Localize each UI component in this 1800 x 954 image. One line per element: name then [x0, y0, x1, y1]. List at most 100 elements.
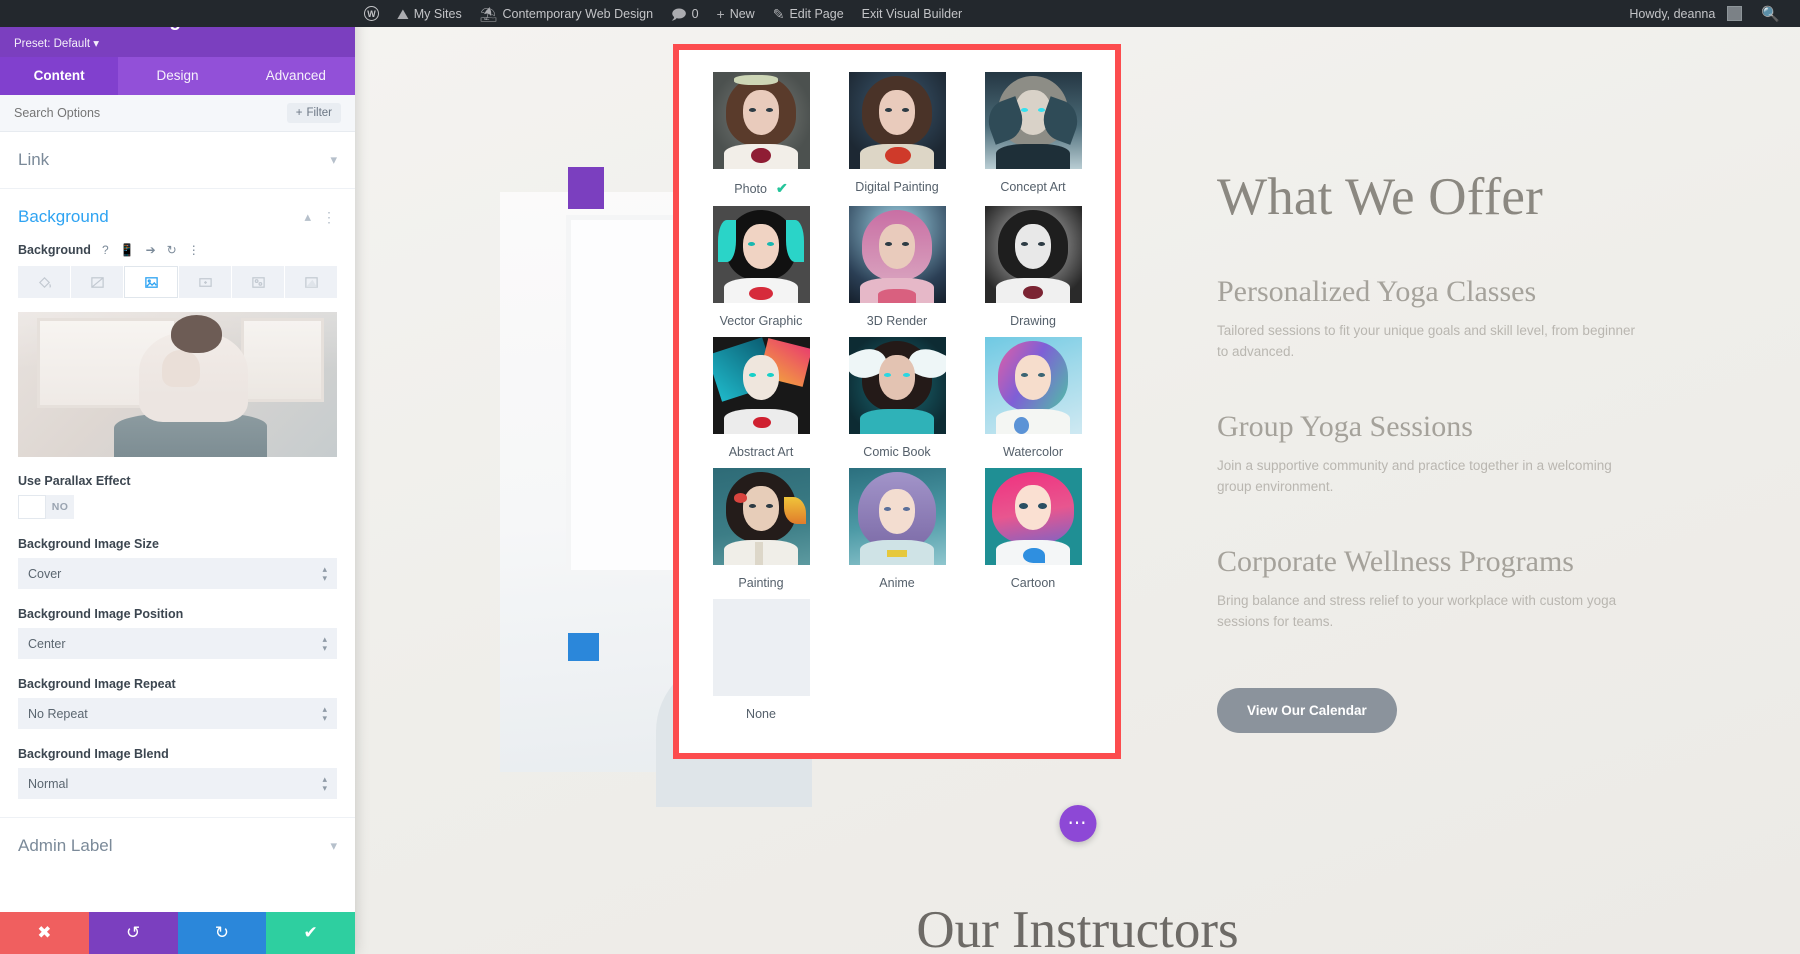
- style-option-drawing[interactable]: Drawing: [969, 206, 1097, 328]
- hover-icon[interactable]: ➔: [146, 244, 156, 256]
- background-image-position-select[interactable]: Center ▴ ▾: [18, 628, 337, 659]
- field-label: Background Image Position: [18, 607, 184, 621]
- cancel-button[interactable]: ✖: [0, 912, 89, 954]
- preset-label: Preset: Default: [14, 38, 91, 50]
- admin-bar-item-comments[interactable]: 🗩 0: [662, 0, 708, 27]
- style-label: Painting: [738, 576, 784, 590]
- style-option-anime[interactable]: Anime: [833, 468, 961, 590]
- style-thumbnail: [712, 337, 810, 434]
- select-value: Center: [28, 636, 66, 651]
- style-option-concept-art[interactable]: Concept Art: [969, 72, 1097, 197]
- style-caption: Painting: [738, 576, 783, 590]
- redo-button[interactable]: ↻: [177, 912, 267, 954]
- background-video-icon[interactable]: [179, 266, 231, 298]
- background-control-label: Background: [18, 243, 91, 257]
- style-label: Concept Art: [1000, 180, 1066, 194]
- wordpress-logo-button[interactable]: W: [355, 0, 388, 27]
- background-color-icon[interactable]: [18, 266, 70, 298]
- howdy-label: Howdy, deanna: [1629, 6, 1716, 21]
- panel-footer: ✖ ↺ ↻ ✔: [0, 912, 355, 954]
- search-icon[interactable]: 🔍: [1751, 5, 1790, 23]
- section-background[interactable]: Background ▴ ⋮: [0, 189, 355, 231]
- field-background-image-repeat: Background Image Repeat No Repeat ▴ ▾: [18, 677, 337, 729]
- style-option-painting[interactable]: Painting: [697, 468, 825, 590]
- background-pattern-icon[interactable]: [232, 266, 284, 298]
- account-menu[interactable]: Howdy, deanna: [1620, 0, 1751, 27]
- section-admin-label[interactable]: Admin Label ▾: [0, 817, 355, 874]
- admin-bar-label: My Sites: [413, 6, 462, 21]
- view-calendar-button[interactable]: View Our Calendar: [1217, 687, 1397, 733]
- admin-bar-right-group: Howdy, deanna 🔍: [1620, 0, 1800, 27]
- plus-icon: +: [716, 5, 725, 22]
- panel-preset[interactable]: Preset: Default ▾: [14, 36, 341, 50]
- kebab-icon[interactable]: ⋮: [322, 209, 337, 226]
- kebab-icon[interactable]: ⋮: [188, 244, 200, 256]
- search-options-bar: + Filter: [0, 95, 355, 132]
- style-caption: None: [746, 707, 776, 721]
- style-option-grid: Photo ✔ Digital Painting Concept Art Vec…: [679, 50, 1115, 731]
- redo-icon: ↻: [214, 923, 229, 942]
- admin-bar-item-my-sites[interactable]: ⛰ My Sites: [388, 0, 471, 27]
- style-option-digital-painting[interactable]: Digital Painting: [833, 72, 961, 197]
- mobile-icon[interactable]: 📱: [120, 244, 135, 256]
- image-style-picker-modal: Photo ✔ Digital Painting Concept Art Vec…: [673, 44, 1121, 759]
- save-button[interactable]: ✔: [266, 912, 355, 954]
- row-settings-handle-left[interactable]: [568, 167, 604, 209]
- service-item: Group Yoga Sessions Join a supportive co…: [1217, 410, 1657, 498]
- tab-content[interactable]: Content: [0, 57, 119, 95]
- service-title: Corporate Wellness Programs: [1217, 544, 1574, 578]
- filter-button[interactable]: + Filter: [286, 103, 341, 123]
- style-label: Comic Book: [863, 445, 931, 459]
- tab-design[interactable]: Design: [118, 57, 236, 95]
- style-label: Abstract Art: [728, 445, 794, 459]
- section-link[interactable]: Link ▾: [0, 132, 355, 189]
- field-use-parallax: Use Parallax Effect NO: [18, 474, 337, 519]
- admin-bar-item-edit-page[interactable]: ✎ Edit Page: [764, 0, 853, 27]
- style-option-photo[interactable]: Photo ✔: [697, 72, 825, 197]
- style-option-vector-graphic[interactable]: Vector Graphic: [697, 206, 825, 328]
- what-we-offer-section: What We Offer Personalized Yoga Classes …: [1217, 167, 1657, 733]
- field-background-image-blend: Background Image Blend Normal ▴ ▾: [18, 747, 337, 799]
- select-value: No Repeat: [28, 706, 88, 721]
- admin-bar-item-site-name[interactable]: ⛱ Contemporary Web Design: [471, 0, 662, 27]
- plus-icon: +: [295, 107, 303, 119]
- search-input[interactable]: [14, 106, 194, 120]
- style-option-abstract-art[interactable]: Abstract Art: [697, 337, 825, 459]
- field-background-image-position: Background Image Position Center ▴ ▾: [18, 607, 337, 659]
- style-option-watercolor[interactable]: Watercolor: [969, 337, 1097, 459]
- help-icon[interactable]: ?: [102, 244, 109, 256]
- admin-bar-left-group: W ⛰ My Sites ⛱ Contemporary Web Design 🗩…: [355, 0, 971, 27]
- style-option-none[interactable]: None: [697, 599, 825, 721]
- style-thumbnail: [848, 337, 946, 434]
- column-settings-panel: ↩ Column Settings Preset:: [0, 0, 355, 954]
- style-option-cartoon[interactable]: Cartoon: [969, 468, 1097, 590]
- reset-icon[interactable]: ↻: [167, 244, 177, 256]
- check-icon: ✔: [303, 923, 318, 942]
- tab-advanced[interactable]: Advanced: [237, 57, 355, 95]
- parallax-toggle[interactable]: NO: [18, 495, 74, 519]
- background-gradient-icon[interactable]: [71, 266, 123, 298]
- field-background-image-size: Background Image Size Cover ▴ ▾: [18, 537, 337, 589]
- style-option-3d-render[interactable]: 3D Render: [833, 206, 961, 328]
- background-image-size-select[interactable]: Cover ▴ ▾: [18, 558, 337, 589]
- background-type-tabs: [18, 266, 337, 298]
- service-title: Group Yoga Sessions: [1217, 409, 1473, 443]
- admin-bar-item-exit-visual-builder[interactable]: Exit Visual Builder: [853, 0, 972, 27]
- admin-bar-label: New: [729, 6, 755, 21]
- undo-button[interactable]: ↺: [88, 912, 178, 954]
- background-image-blend-select[interactable]: Normal ▴ ▾: [18, 768, 337, 799]
- style-thumbnail: [984, 72, 1082, 169]
- style-label: Drawing: [1010, 314, 1056, 328]
- background-mask-icon[interactable]: [285, 266, 337, 298]
- style-caption: Comic Book: [863, 445, 930, 459]
- ellipsis-icon[interactable]: ⋯: [1059, 805, 1096, 842]
- chevron-down-icon: ▾: [330, 152, 337, 167]
- column-handle-left[interactable]: [568, 633, 599, 661]
- style-option-comic-book[interactable]: Comic Book: [833, 337, 961, 459]
- background-image-icon[interactable]: [124, 266, 178, 298]
- background-image-preview[interactable]: [18, 312, 337, 457]
- admin-bar-item-new[interactable]: + New: [708, 0, 764, 27]
- background-image-repeat-select[interactable]: No Repeat ▴ ▾: [18, 698, 337, 729]
- site-icon: ⛱: [479, 5, 498, 22]
- service-item: Corporate Wellness Programs Bring balanc…: [1217, 545, 1657, 633]
